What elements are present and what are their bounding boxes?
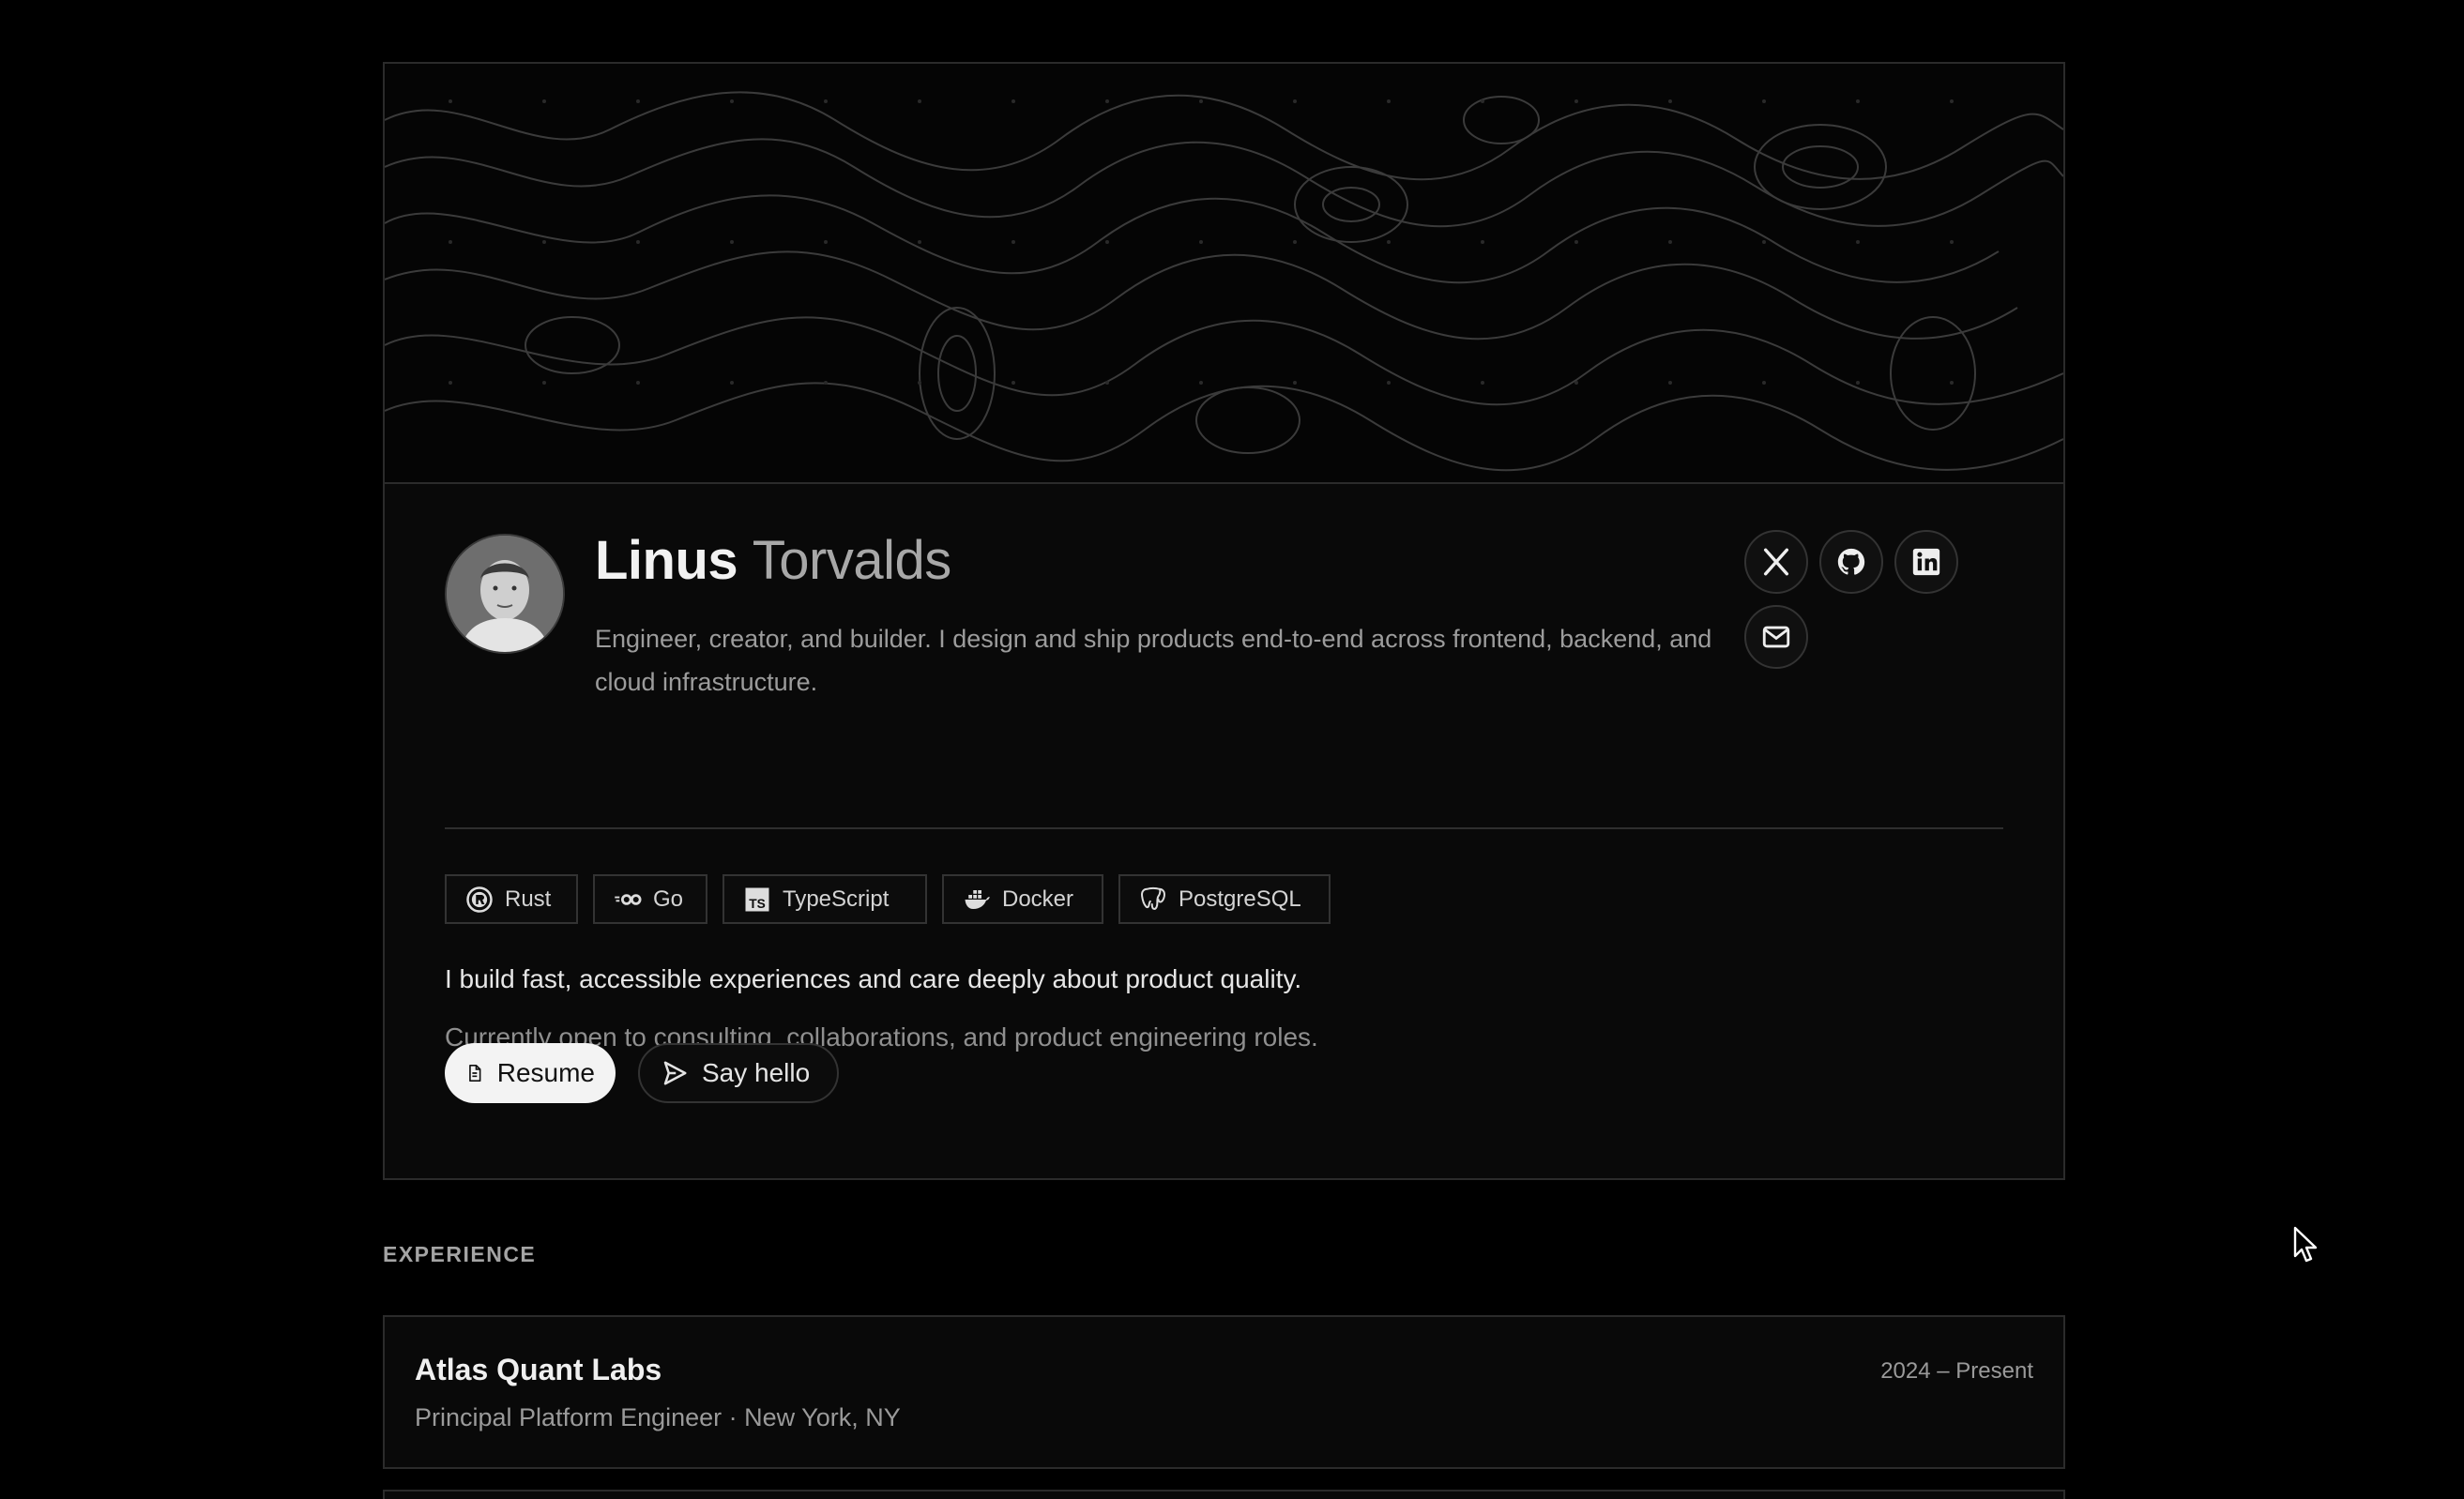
profile-bio: Engineer, creator, and builder. I design…	[595, 625, 1712, 696]
tag-label: PostgreSQL	[1179, 886, 1301, 912]
tag-label: TypeScript	[783, 886, 890, 912]
resume-label: Resume	[496, 1058, 595, 1087]
tag-go[interactable]: Go	[593, 874, 707, 924]
tag-postgresql[interactable]: PostgreSQL	[1118, 874, 1331, 924]
go-icon	[615, 893, 642, 905]
experience-item-next[interactable]	[383, 1490, 2065, 1499]
rust-icon	[466, 886, 493, 913]
topographic-pattern	[385, 91, 2063, 472]
say-hello-button[interactable]: Say hello	[638, 1043, 839, 1103]
github-link[interactable]	[1819, 530, 1883, 594]
x-icon	[1763, 548, 1789, 576]
linkedin-link[interactable]	[1894, 530, 1958, 594]
experience-dates: 2024 – Present	[1880, 1358, 2033, 1384]
say-hello-label: Say hello	[702, 1058, 811, 1087]
first-name: Linus	[595, 530, 738, 591]
tag-label: Docker	[1002, 886, 1074, 912]
profile-name: Linus Torvalds	[595, 529, 951, 592]
tagline: I build fast, accessible experiences and…	[445, 964, 1302, 993]
mouse-cursor-icon	[2293, 1226, 2318, 1263]
tag-label: Rust	[505, 886, 552, 912]
tag-docker[interactable]: Docker	[942, 874, 1103, 924]
experience-item[interactable]: Atlas Quant Labs Principal Platform Engi…	[383, 1315, 2065, 1469]
experience-company: Atlas Quant Labs	[415, 1353, 662, 1386]
typescript-icon: TS	[745, 887, 769, 911]
tag-rust[interactable]: Rust	[445, 874, 578, 924]
tag-label: Go	[653, 886, 684, 912]
tag-typescript[interactable]: TS TypeScript	[722, 874, 927, 924]
divider	[445, 827, 2003, 829]
profile-card: Linus Torvalds Engineer, creator, and bu…	[383, 62, 2065, 1180]
topographic-banner	[385, 64, 2063, 484]
avatar-photo	[447, 536, 563, 652]
page: Linus Torvalds Engineer, creator, and bu…	[0, 0, 2464, 1499]
last-name: Torvalds	[752, 530, 951, 591]
svg-text:TS: TS	[749, 896, 766, 910]
resume-button[interactable]: Resume	[445, 1043, 616, 1103]
document-icon	[469, 1064, 481, 1083]
docker-icon	[965, 889, 990, 909]
avatar	[445, 534, 565, 654]
experience-heading: EXPERIENCE	[383, 1242, 537, 1266]
email-link[interactable]	[1744, 605, 1808, 669]
experience-role: Principal Platform Engineer · New York, …	[415, 1403, 901, 1431]
send-icon	[663, 1061, 687, 1085]
postgresql-icon	[1141, 886, 1165, 910]
social-links	[1744, 530, 1970, 680]
linkedin-icon	[1912, 548, 1940, 576]
mail-icon	[1762, 626, 1790, 648]
x-link[interactable]	[1744, 530, 1808, 594]
github-icon	[1837, 548, 1865, 575]
